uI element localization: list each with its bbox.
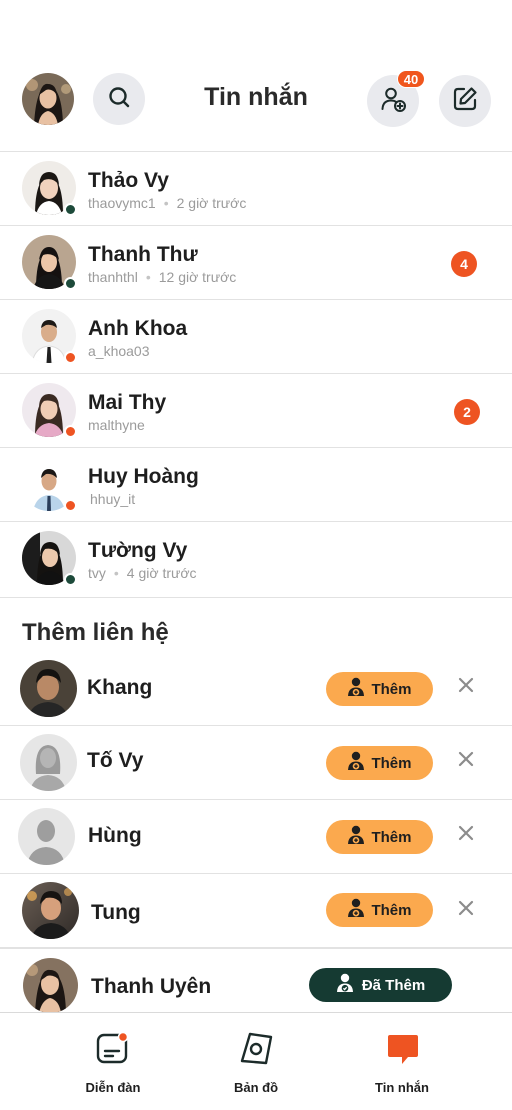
conversation-item[interactable]: Huy Hoàng hhuy_it <box>0 448 512 522</box>
add-button-label: Thêm <box>371 828 412 846</box>
username: thaovymc1 <box>88 195 156 211</box>
avatar <box>23 958 78 1013</box>
online-status-dot <box>64 203 77 216</box>
username: tvy <box>88 565 106 581</box>
away-status-dot <box>64 351 77 364</box>
username: a_khoa03 <box>88 343 150 359</box>
unread-badge: 4 <box>451 251 477 277</box>
section-title: Thêm liên hệ <box>22 619 169 646</box>
contact-name: Tố Vy <box>87 749 144 772</box>
username: thanhthl <box>88 269 138 285</box>
separator-dot: • <box>113 565 119 581</box>
conversation-item[interactable]: Thanh Thư thanhthl • 12 giờ trước 4 <box>0 226 512 300</box>
avatar <box>22 882 79 939</box>
bottom-navigation: Diễn đàn Bản đồ Tin nhắn <box>0 1012 512 1110</box>
avatar <box>20 660 77 717</box>
conversation-meta: tvy • 4 giờ trước <box>88 565 197 581</box>
page-title: Tin nhắn <box>204 83 308 111</box>
suggested-contact: Khang Thêm <box>0 652 512 726</box>
unread-badge: 2 <box>454 399 480 425</box>
separator-dot: • <box>145 269 151 285</box>
contact-name: Thảo Vy <box>88 169 169 192</box>
contact-name: Thanh Thư <box>88 243 198 266</box>
add-button-label: Thêm <box>371 680 412 698</box>
conversation-meta: a_khoa03 <box>88 343 150 359</box>
nav-label: Bản đồ <box>233 1080 279 1095</box>
compose-icon <box>451 85 479 118</box>
avatar <box>20 734 77 791</box>
add-user-icon <box>347 898 365 922</box>
dismiss-button[interactable] <box>455 676 477 698</box>
timestamp: 2 giờ trước <box>176 195 247 211</box>
contact-name: Khang <box>87 676 153 699</box>
header: Tin nhắn 40 <box>0 0 512 152</box>
search-icon <box>107 85 131 114</box>
add-user-icon <box>347 751 365 775</box>
chat-icon <box>384 1031 420 1072</box>
conversation-meta: hhuy_it <box>90 491 135 507</box>
conversation-item[interactable]: Tường Vy tvy • 4 giờ trước <box>0 522 512 598</box>
conversation-item[interactable]: Anh Khoa a_khoa03 <box>0 300 512 374</box>
separator-dot: • <box>163 195 169 211</box>
map-icon <box>238 1031 274 1072</box>
my-avatar[interactable] <box>22 73 74 125</box>
conversation-item[interactable]: Mai Thy malthyne 2 <box>0 374 512 448</box>
contact-name: Thanh Uyên <box>91 975 212 998</box>
add-contact-button[interactable]: Thêm <box>326 893 433 927</box>
added-contact-button[interactable]: Đã Thêm <box>309 968 452 1002</box>
away-status-dot <box>64 499 77 512</box>
add-user-icon <box>347 825 365 849</box>
away-status-dot <box>64 425 77 438</box>
search-button[interactable] <box>93 73 145 125</box>
close-icon <box>458 825 474 846</box>
contact-name: Tường Vy <box>88 539 188 562</box>
nav-item-map[interactable]: Bản đồ <box>196 1031 316 1095</box>
suggested-contact: Hùng Thêm <box>0 800 512 874</box>
close-icon <box>458 900 474 921</box>
add-user-icon <box>379 85 407 118</box>
add-contact-button[interactable]: Thêm <box>326 746 433 780</box>
dismiss-button[interactable] <box>455 899 477 921</box>
nav-item-forum[interactable]: Diễn đàn <box>53 1031 173 1095</box>
avatar <box>18 808 75 865</box>
add-button-label: Thêm <box>371 901 412 919</box>
nav-label: Tin nhắn <box>375 1080 429 1095</box>
suggested-contact: Tung Thêm <box>0 874 512 948</box>
conversation-meta: thaovymc1 • 2 giờ trước <box>88 195 246 211</box>
add-button-label: Thêm <box>371 754 412 772</box>
forum-icon <box>95 1031 131 1072</box>
username: malthyne <box>88 417 145 433</box>
online-status-dot <box>64 277 77 290</box>
contact-name: Mai Thy <box>88 391 167 414</box>
added-button-label: Đã Thêm <box>361 976 426 994</box>
timestamp: 12 giờ trước <box>158 269 237 285</box>
suggested-contact: Thanh Uyên Đã Thêm <box>0 948 512 1022</box>
user-check-icon <box>336 973 354 997</box>
close-icon <box>458 677 474 698</box>
nav-item-messages[interactable]: Tin nhắn <box>342 1031 462 1095</box>
online-status-dot <box>64 573 77 586</box>
contact-name: Anh Khoa <box>88 317 188 340</box>
suggested-contact: Tố Vy Thêm <box>0 726 512 800</box>
conversation-item[interactable]: Thảo Vy thaovymc1 • 2 giờ trước <box>0 152 512 226</box>
add-contact-button[interactable]: Thêm <box>326 820 433 854</box>
dismiss-button[interactable] <box>455 750 477 772</box>
compose-button[interactable] <box>439 75 491 127</box>
add-contact-button[interactable]: Thêm <box>326 672 433 706</box>
close-icon <box>458 751 474 772</box>
dismiss-button[interactable] <box>455 824 477 846</box>
conversation-meta: thanhthl • 12 giờ trước <box>88 269 236 285</box>
nav-label: Diễn đàn <box>85 1080 141 1095</box>
conversation-meta: malthyne <box>88 417 145 433</box>
contact-name: Hùng <box>88 824 142 847</box>
contact-name: Tung <box>91 901 141 924</box>
friend-request-badge: 40 <box>397 70 425 88</box>
timestamp: 4 giờ trước <box>126 565 197 581</box>
username: hhuy_it <box>90 491 136 507</box>
contact-name: Huy Hoàng <box>88 465 199 488</box>
add-user-icon <box>347 677 365 701</box>
